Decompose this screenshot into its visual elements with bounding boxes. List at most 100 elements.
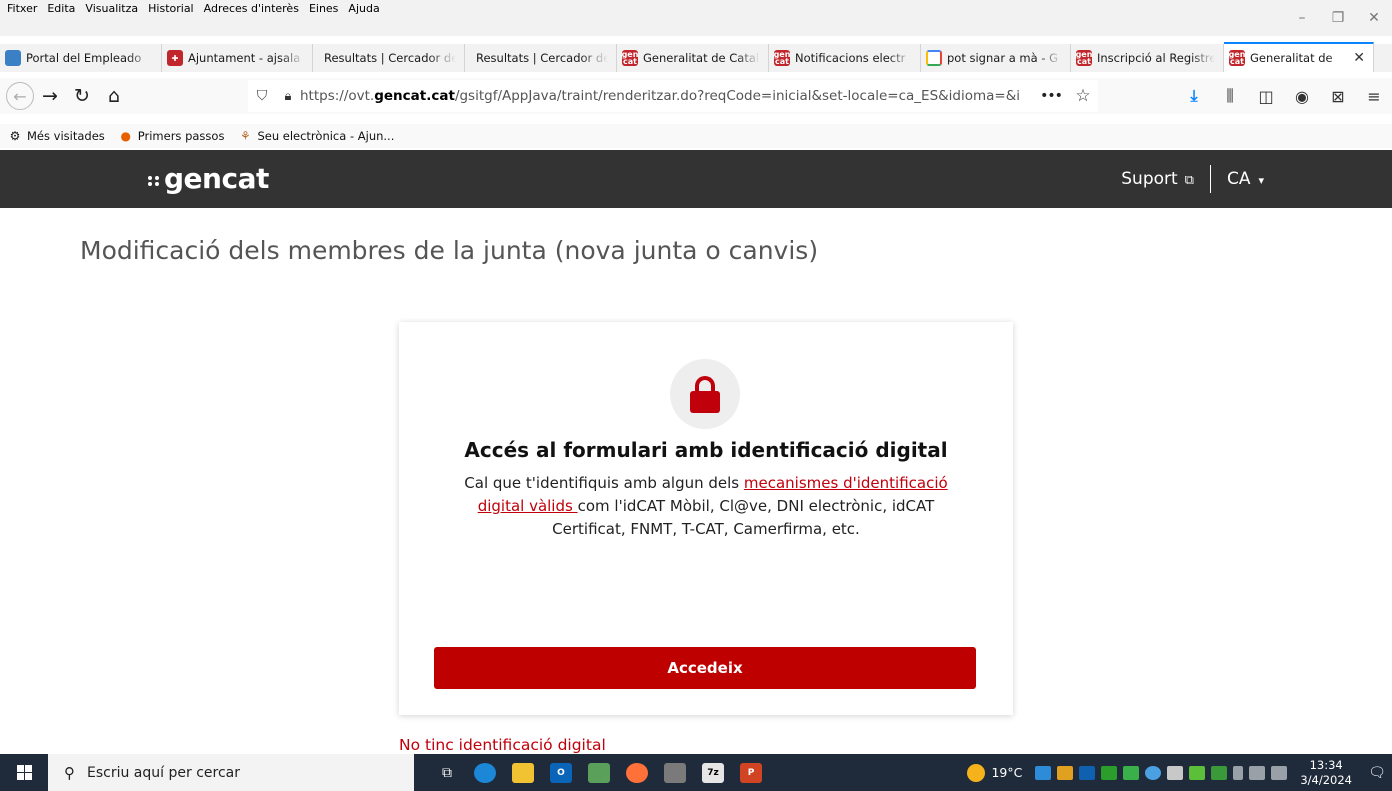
shield-crest-icon: ⚘ — [240, 129, 251, 143]
external-link-icon: ⧉ — [1184, 173, 1194, 188]
menu-tools[interactable]: Eines — [304, 2, 343, 18]
menu-hamburger-icon[interactable]: ≡ — [1356, 87, 1392, 106]
tab-label: Generalitat de — [1250, 51, 1333, 65]
taskbar-apps: ⧉ O 7z P — [428, 754, 770, 791]
account-icon[interactable]: ◉ — [1284, 87, 1320, 106]
bookmark-label: Primers passos — [137, 129, 225, 143]
notification-icon[interactable]: 🗨︎ — [1362, 765, 1392, 781]
url-path: /gsitgf/AppJava/traint/renderitzar.do?re… — [454, 88, 1021, 104]
download-icon[interactable]: ⤓ — [1176, 86, 1212, 106]
outlook-app[interactable]: O — [542, 754, 580, 791]
menu-file[interactable]: Fitxer — [2, 2, 42, 18]
shield-icon[interactable]: ⛉ — [248, 88, 276, 104]
desc-text: Cal que t'identifiquis amb algun dels — [464, 474, 744, 492]
tab-resultats-2[interactable]: Resultats | Cercador de — [465, 44, 617, 72]
tab-resultats-1[interactable]: Resultats | Cercador de — [313, 44, 465, 72]
app-tool[interactable] — [656, 754, 694, 791]
tray-app-icon[interactable] — [1123, 765, 1140, 780]
support-link[interactable]: Suport ⧉ — [1121, 169, 1194, 189]
taskbar-search[interactable]: ⚲ Escriu aquí per cercar — [48, 754, 414, 791]
sidebar-icon[interactable]: ◫ — [1248, 87, 1284, 106]
powerpoint-app[interactable]: P — [732, 754, 770, 791]
bookmarks-toolbar: ⚙ Més visitades ● Primers passos ⚘ Seu e… — [0, 124, 1392, 148]
firefox-app[interactable] — [618, 754, 656, 791]
padlock-icon[interactable]: 🔒︎ — [276, 89, 300, 104]
tab-inscripcio[interactable]: gen cat Inscripció al Registre — [1071, 44, 1224, 72]
forward-icon[interactable]: → — [34, 80, 66, 112]
edge-app[interactable] — [466, 754, 504, 791]
url-bar[interactable]: ⛉ 🔒︎ https://ovt.gencat.cat/gsitgf/AppJa… — [248, 80, 1098, 112]
url-text[interactable]: https://ovt.gencat.cat/gsitgf/AppJava/tr… — [300, 88, 1034, 104]
tray-app-icon[interactable] — [1145, 765, 1162, 780]
pocket-icon[interactable]: ⊠ — [1320, 87, 1356, 106]
tab-label: Portal del Empleado — [26, 51, 142, 65]
tab-label: pot signar a mà - G — [947, 51, 1059, 65]
tab-ajuntament[interactable]: ✚ Ajuntament - ajsala — [162, 44, 313, 72]
temperature: 19°C — [991, 765, 1023, 780]
gencat-icon: gen cat — [621, 50, 639, 66]
tab-generalitat[interactable]: gen cat Generalitat de Catalu — [617, 44, 769, 72]
clock[interactable]: 13:34 3/4/2024 — [1300, 758, 1352, 788]
card-description: Cal que t'identifiquis amb algun dels me… — [439, 472, 973, 541]
app-generic[interactable] — [580, 754, 618, 791]
battery-icon[interactable] — [1233, 765, 1244, 780]
page-actions-icon[interactable]: ••• — [1034, 88, 1068, 104]
header-nav: Suport ⧉ CA ▾ — [1121, 150, 1264, 208]
gencat-icon: gen cat — [1075, 50, 1093, 66]
tray-app-icon[interactable] — [1101, 765, 1118, 780]
minimize-icon[interactable]: – — [1284, 10, 1320, 26]
system-tray: 19°C 13:34 3/4/2024 🗨︎ — [967, 754, 1392, 791]
menu-help[interactable]: Ajuda — [343, 2, 384, 18]
network-icon[interactable] — [1249, 765, 1266, 780]
menu-bookmarks[interactable]: Adreces d'interès — [199, 2, 304, 18]
tray-security-icon[interactable] — [1211, 765, 1228, 780]
desc-text: com l'idCAT Mòbil, Cl@ve, DNI electrònic… — [552, 497, 935, 538]
url-prefix: https://ovt. — [300, 88, 375, 104]
tray-outlook-icon[interactable] — [1079, 765, 1096, 780]
explorer-app[interactable] — [504, 754, 542, 791]
menu-view[interactable]: Visualitza — [80, 2, 143, 18]
menu-history[interactable]: Historial — [143, 2, 198, 18]
search-icon: ⚲ — [64, 763, 75, 782]
start-button[interactable] — [0, 754, 48, 791]
firefox-icon — [626, 762, 648, 783]
bookmark-label: Seu electrònica - Ajun... — [257, 129, 395, 143]
bookmark-seu-electronica[interactable]: ⚘ Seu electrònica - Ajun... — [238, 129, 394, 143]
menu-edit[interactable]: Edita — [42, 2, 80, 18]
tray-check-icon[interactable] — [1189, 765, 1206, 780]
library-icon[interactable]: ⫼ — [1212, 86, 1248, 106]
gear-icon: ⚙ — [9, 129, 21, 143]
task-view-button[interactable]: ⧉ — [428, 754, 466, 791]
gencat-dots-icon — [148, 175, 159, 186]
close-window-icon[interactable]: ✕ — [1356, 10, 1392, 26]
tab-notificacions[interactable]: gen cat Notificacions electr — [769, 44, 921, 72]
back-icon[interactable]: ← — [6, 82, 34, 110]
tool-icon — [664, 762, 686, 783]
tab-generalitat-active[interactable]: gen cat Generalitat de ✕ — [1224, 42, 1374, 72]
clock-date: 3/4/2024 — [1300, 772, 1352, 787]
weather-widget[interactable]: 19°C — [967, 763, 1023, 782]
home-icon[interactable]: ⌂ — [98, 80, 130, 112]
windows-icon — [16, 765, 32, 780]
bookmark-star-icon[interactable]: ☆ — [1068, 86, 1098, 106]
language-selector[interactable]: CA ▾ — [1227, 169, 1264, 189]
tray-app-icon[interactable] — [1167, 765, 1184, 780]
bookmark-first-steps[interactable]: ● Primers passos — [119, 129, 225, 143]
tab-google[interactable]: pot signar a mà - G — [921, 44, 1071, 72]
browser-menubar: Fitxer Edita Visualitza Historial Adrece… — [0, 0, 1392, 36]
tab-portal-empleado[interactable]: Portal del Empleado — [0, 44, 162, 72]
gencat-logo[interactable]: gencat — [148, 162, 269, 195]
restore-icon[interactable]: ❐ — [1320, 10, 1356, 26]
language-label: CA — [1226, 169, 1251, 189]
access-button[interactable]: Accedeix — [434, 647, 976, 689]
clock-time: 13:34 — [1309, 757, 1343, 772]
bookmark-most-visited[interactable]: ⚙ Més visitades — [8, 129, 105, 143]
no-digital-id-link[interactable]: No tinc identificació digital — [399, 736, 606, 754]
close-tab-icon[interactable]: ✕ — [1353, 50, 1365, 66]
reload-icon[interactable]: ↻ — [66, 80, 98, 112]
7zip-app[interactable]: 7z — [694, 754, 732, 791]
tray-app-icon[interactable] — [1057, 765, 1074, 780]
menu-list: Fitxer Edita Visualitza Historial Adrece… — [0, 2, 385, 18]
tray-app-icon[interactable] — [1035, 765, 1052, 780]
volume-icon[interactable] — [1271, 765, 1288, 780]
